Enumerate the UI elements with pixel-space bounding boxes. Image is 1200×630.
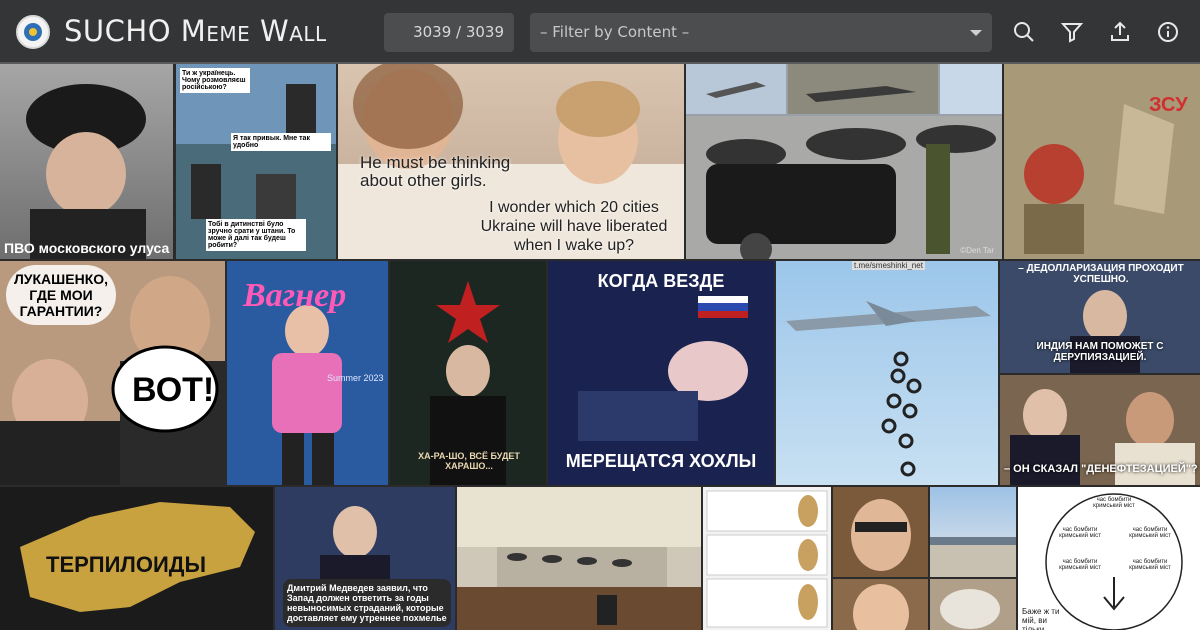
speech-bubble: ВОТ! bbox=[132, 371, 215, 409]
speech-bubble: Ти ж українець. Чому розмовляєш російськ… bbox=[180, 68, 250, 93]
meme-caption: – ОН СКАЗАЛ "ДЕНЕФТЕЗАЦИЕЙ"? bbox=[1004, 463, 1198, 475]
filter-icon[interactable] bbox=[1060, 20, 1084, 44]
meme-tile[interactable]: ©Den Tar bbox=[686, 64, 1002, 259]
meme-tile[interactable]: Вагнер Summer 2023 bbox=[227, 261, 388, 485]
credit-text: ©Den Tar bbox=[960, 246, 994, 255]
meme-tile[interactable] bbox=[930, 487, 1016, 577]
meme-image bbox=[940, 589, 1000, 629]
meme-tile[interactable]: He must be thinking about other girls. I… bbox=[338, 64, 684, 259]
meme-tile[interactable]: t.me/smeshinki_net bbox=[776, 261, 998, 485]
meme-caption: ТЕРПИЛОИДЫ bbox=[46, 552, 206, 577]
meme-caption-bottom: МЕРЕЩАТСЯ ХОХЛЫ bbox=[565, 451, 757, 471]
meme-label: ЗСУ bbox=[1149, 94, 1188, 116]
meme-tile[interactable] bbox=[930, 579, 1016, 630]
meme-tile[interactable]: КОГДА ВЕЗДЕ МЕРЕЩАТСЯ ХОХЛЫ bbox=[548, 261, 774, 485]
meme-caption: Баже ж ти мій, ви тільки подивіться bbox=[1022, 607, 1060, 630]
speech-bubble: ЛУКАШЕНКО, ГДЕ МОИ ГАРАНТИИ? bbox=[6, 265, 116, 325]
title-main: SUCHO bbox=[64, 14, 172, 48]
meme-tile[interactable] bbox=[703, 487, 831, 630]
meme-image bbox=[26, 84, 146, 259]
meme-image bbox=[851, 499, 911, 571]
upload-icon[interactable] bbox=[1108, 20, 1132, 44]
meme-caption-top: – ДЕДОЛЛАРИЗАЦИЯ ПРОХОДИТ УСПЕШНО. bbox=[1018, 263, 1184, 285]
meme-tile[interactable]: – ДЕДОЛЛАРИЗАЦИЯ ПРОХОДИТ УСПЕШНО. ИНДИЯ… bbox=[1000, 261, 1200, 373]
meme-tile[interactable]: ТЕРПИЛОИДЫ bbox=[0, 487, 273, 630]
meme-tile[interactable]: ХА-РА-ШО, ВСЁ БУДЕТ ХАРАШО... bbox=[390, 261, 546, 485]
meme-caption: ПВО московского улуса bbox=[4, 240, 170, 256]
meme-image bbox=[686, 64, 1002, 259]
meme-tile[interactable]: Дмитрий Медведев заявил, что Запад долже… bbox=[275, 487, 455, 630]
meme-image bbox=[786, 301, 991, 477]
meme-image bbox=[853, 584, 909, 630]
chevron-down-icon bbox=[970, 30, 982, 36]
meme-tile[interactable]: ЛУКАШЕНКО, ГДЕ МОИ ГАРАНТИИ? ВОТ! bbox=[0, 261, 225, 485]
meme-tile[interactable] bbox=[833, 487, 928, 577]
meme-caption: Дмитрий Медведев заявил, что Запад долже… bbox=[283, 579, 451, 627]
info-icon[interactable] bbox=[1156, 20, 1180, 44]
meme-subtitle: Summer 2023 bbox=[327, 373, 384, 383]
content-filter-select[interactable]: – Filter by Content – bbox=[530, 13, 992, 52]
meme-tile[interactable]: ЗСУ bbox=[1004, 64, 1200, 259]
meme-caption: He must be thinking about other girls. bbox=[360, 153, 511, 190]
meme-caption: ХА-РА-ШО, ВСЁ БУДЕТ ХАРАШО... bbox=[418, 451, 520, 471]
meme-image bbox=[457, 487, 701, 630]
credit-text: t.me/smeshinki_net bbox=[852, 261, 925, 270]
brand-logo-text: Вагнер bbox=[243, 277, 347, 314]
meme-tile[interactable]: – ОН СКАЗАЛ "ДЕНЕФТЕЗАЦИЕЙ"? bbox=[1000, 375, 1200, 485]
meme-tile[interactable] bbox=[457, 487, 701, 630]
meme-caption-top: КОГДА ВЕЗДЕ bbox=[597, 271, 725, 291]
meme-caption: I wonder which 20 cities Ukraine will ha… bbox=[480, 199, 668, 254]
title-rest: Meme Wall bbox=[180, 14, 327, 48]
speech-bubble: Я так привык. Мне так удобно bbox=[231, 133, 331, 151]
meme-tile[interactable] bbox=[833, 579, 928, 630]
filter-placeholder: – Filter by Content – bbox=[540, 23, 690, 41]
top-bar: SUCHO Meme Wall 3039 / 3039 – Filter by … bbox=[0, 0, 1200, 64]
speech-bubble: Тобі в дитинстві було зручно срати у шта… bbox=[206, 219, 306, 251]
meme-image bbox=[930, 537, 1016, 577]
meme-tile[interactable]: час бомбити кримський міст час бомбити к… bbox=[1018, 487, 1200, 630]
ring-text: час бомбити кримський міст bbox=[1059, 559, 1101, 571]
ring-text: час бомбити кримський міст bbox=[1059, 527, 1101, 539]
meme-caption-bottom: ИНДИЯ НАМ ПОМОЖЕТ С ДЕРУПИЯЗАЦИЕЙ. bbox=[1036, 341, 1164, 363]
sucho-logo[interactable] bbox=[16, 15, 50, 49]
meme-counter: 3039 / 3039 bbox=[384, 13, 514, 52]
app-title: SUCHO Meme Wall bbox=[64, 14, 327, 48]
search-icon[interactable] bbox=[1012, 20, 1036, 44]
meme-grid: ПВО московского улуса Ти ж українець. Чо… bbox=[0, 64, 1200, 630]
meme-tile[interactable]: ПВО московского улуса bbox=[0, 64, 173, 259]
ring-text: час бомбити кримський міст bbox=[1129, 527, 1171, 539]
meme-tile[interactable]: Ти ж українець. Чому розмовляєш російськ… bbox=[176, 64, 336, 259]
ring-text: час бомбити кримський міст bbox=[1129, 559, 1171, 571]
ring-text: час бомбити кримський міст bbox=[1093, 497, 1135, 509]
meme-image bbox=[706, 490, 828, 628]
